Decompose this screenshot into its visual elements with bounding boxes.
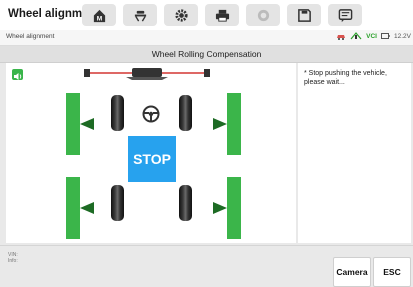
- svg-text:M: M: [96, 15, 102, 22]
- arrow-front-right-icon: [213, 118, 227, 130]
- arrow-front-left-icon: [80, 118, 94, 130]
- arrow-rear-left-icon: [80, 202, 94, 214]
- vci-indicator: VCI: [366, 32, 377, 40]
- screen-title: Wheel Rolling Compensation: [0, 46, 413, 63]
- tire-front-right: [179, 95, 192, 131]
- stop-indicator: STOP: [128, 136, 176, 182]
- sensor-front-left: [66, 93, 80, 155]
- camera-button[interactable]: Camera: [333, 257, 371, 287]
- alignment-diagram-panel: STOP: [6, 63, 296, 243]
- settings-button[interactable]: [164, 4, 198, 26]
- esc-button[interactable]: ESC: [373, 257, 411, 287]
- arrow-rear-right-icon: [213, 202, 227, 214]
- vehicle-lift-icon: [134, 10, 146, 21]
- home-icon: M: [93, 9, 105, 22]
- info-label: Info:: [8, 258, 18, 264]
- print-button[interactable]: [205, 4, 239, 26]
- save-button[interactable]: [287, 4, 321, 26]
- status-indicators: VCI 12.2V: [336, 32, 411, 40]
- home-button[interactable]: M: [82, 4, 116, 26]
- sensor-front-right: [227, 93, 241, 155]
- print-icon: [215, 9, 229, 22]
- bottom-bar: VIN: Info: Camera ESC: [0, 245, 413, 287]
- message-icon: [338, 8, 352, 22]
- help-button[interactable]: [246, 4, 280, 26]
- message-button[interactable]: [328, 4, 362, 26]
- crossbar-icon: [84, 68, 210, 80]
- sensor-rear-left: [66, 177, 80, 239]
- steering-wheel-icon: [142, 105, 160, 123]
- sensor-rear-right: [227, 177, 241, 239]
- instruction-text: * Stop pushing the vehicle, please wait.…: [304, 70, 387, 86]
- car-status-icon: [337, 34, 346, 40]
- gear-icon: [174, 8, 188, 22]
- tire-rear-left: [111, 185, 124, 221]
- lift-button[interactable]: [123, 4, 157, 26]
- tire-rear-right: [179, 185, 192, 221]
- breadcrumb: Wheel alignment: [6, 33, 55, 40]
- message-panel: * Stop pushing the vehicle, please wait.…: [298, 63, 411, 243]
- speaker-icon[interactable]: [12, 69, 23, 80]
- top-bar: Wheel alignment M: [0, 0, 413, 31]
- save-icon: [297, 8, 311, 22]
- connection-icon: [350, 32, 362, 40]
- status-bar: Wheel alignment VCI 12.2V: [0, 30, 413, 46]
- tire-front-left: [111, 95, 124, 131]
- vehicle-info: VIN: Info:: [8, 252, 18, 264]
- battery-icon: [381, 33, 390, 39]
- battery-voltage: 12.2V: [394, 32, 411, 40]
- help-icon: [257, 9, 269, 21]
